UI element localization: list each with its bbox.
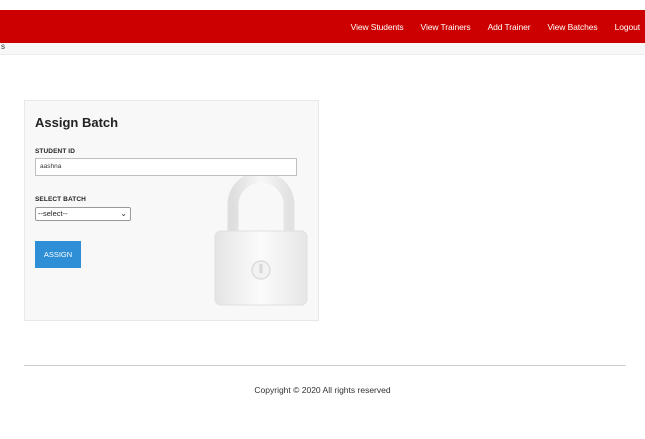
main-nav: View Students View Trainers Add Trainer … [334,10,640,43]
nav-logout[interactable]: Logout [615,22,641,32]
assign-button[interactable]: ASSIGN [35,241,81,268]
assign-batch-card: Assign Batch STUDENT ID aashna SELECT BA… [24,100,319,321]
nav-view-batches[interactable]: View Batches [547,22,597,32]
nav-view-students[interactable]: View Students [351,22,404,32]
nav-view-trainers[interactable]: View Trainers [421,22,471,32]
select-batch-value: --select-- [38,209,68,218]
select-batch-label: SELECT BATCH [35,196,86,203]
form-title: Assign Batch [35,115,119,130]
select-batch-dropdown[interactable]: --select-- ⌄ [35,207,131,221]
student-id-input[interactable]: aashna [35,158,297,176]
sub-bar: s [0,42,645,55]
sub-bar-text: s [1,42,5,51]
student-id-label: STUDENT ID [35,148,75,155]
chevron-down-icon: ⌄ [120,209,127,218]
footer-divider [24,365,626,366]
top-navbar: View Students View Trainers Add Trainer … [0,10,645,43]
nav-add-trainer[interactable]: Add Trainer [488,22,531,32]
footer-copyright: Copyright © 2020 All rights reserved [254,385,391,395]
padlock-icon [214,173,308,306]
